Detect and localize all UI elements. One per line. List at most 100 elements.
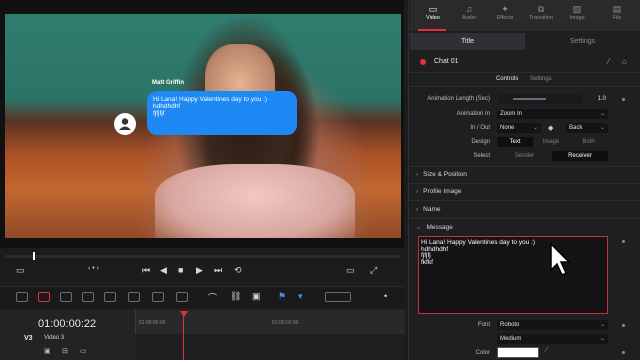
zoom-slider-icon[interactable] [325,292,351,302]
playhead-handle[interactable] [180,311,188,317]
select-option-receiver[interactable]: Receiver [552,151,608,161]
track-visibility-icon[interactable]: ▭ [80,347,87,355]
color-label: Color [475,350,490,356]
playhead[interactable] [183,311,184,360]
scrub-handle[interactable] [33,252,35,260]
file-icon: ▤ [612,4,622,14]
skip-back-icon[interactable]: ⏮ [142,265,150,276]
font-dropdown[interactable]: Roboto ⌄ [497,320,608,330]
animation-length-value[interactable]: 1.0 [586,94,608,104]
jog-control-icon[interactable]: ‹ • › [88,265,99,272]
eyedropper-icon[interactable]: ⁄ [546,347,547,354]
dropdown-value: Zoom In [500,111,523,117]
expand-icon[interactable]: ⤢ [370,265,377,276]
section-profile-image[interactable]: › Profile Image [416,188,461,195]
divider [410,218,640,219]
animation-length-slider[interactable] [499,94,583,104]
select-label: Select [473,153,490,159]
tab-label: Effects [496,15,514,21]
out-dropdown[interactable]: Back ⌄ [566,123,608,133]
chevron-right-icon: › [416,206,419,213]
flag-icon[interactable]: ⚑ [278,291,286,302]
design-label: Design [471,139,490,145]
lock-icon[interactable]: ▣ [252,291,261,302]
chevron-right-icon: › [416,171,419,178]
dynamic-trim-icon[interactable] [82,292,94,302]
step-back-icon[interactable]: ◀ [160,265,167,276]
stop-icon[interactable]: ■ [178,265,183,275]
section-label: Size & Position [423,171,467,178]
design-option-text[interactable]: Text [497,137,533,147]
transport-bar: ▭ ‹ • › ⏮ ◀ ■ ▶ ⏭ ⟲ ▭ ⤢ [0,262,404,282]
overwrite-clip-icon[interactable] [128,292,140,302]
message-text-area[interactable]: Hi Lana! Happy Valentines day to you :) … [418,236,608,314]
divider [410,183,640,184]
selection-tool-icon[interactable] [16,292,28,302]
enable-toggle[interactable] [420,59,426,65]
section-name[interactable]: › Name [416,206,441,213]
out-separator-icon: ◆ [548,125,554,132]
link-icon[interactable]: ⛓ [230,291,241,302]
in-out-label: In / Out [470,125,490,131]
tab-settings[interactable]: Settings [525,33,640,50]
dropdown-value: Medium [500,336,522,342]
tab-label: File [612,15,622,21]
tab-image[interactable]: ▨ Image [562,4,592,21]
keyframe-dot[interactable] [622,324,625,327]
tab-transition[interactable]: ⧉ Transition [526,4,556,21]
tab-effects[interactable]: ✦ Effects [490,4,520,21]
transition-icon: ⧉ [537,4,545,14]
chat-line: Hi Lana! Happy Valentines day to you :) [153,96,268,103]
select-option-sender[interactable]: Sender [497,151,552,161]
chevron-down-icon: ⌄ [599,322,605,328]
tab-audio[interactable]: ♫ Audio [454,4,484,21]
track-lock-icon[interactable]: ▣ [44,347,51,355]
design-option-both[interactable]: Both [569,137,608,147]
skip-forward-icon[interactable]: ⏭ [214,265,222,276]
play-icon[interactable]: ▶ [196,265,203,276]
design-option-image[interactable]: Image [533,137,569,147]
blade-tool-icon[interactable] [38,292,50,302]
color-swatch[interactable] [497,347,539,358]
chevron-right-icon: › [416,188,419,195]
slider-track-fill [513,98,546,100]
chat-line: hdhdhdhf [153,103,181,110]
place-on-top-icon[interactable] [176,292,188,302]
tab-file[interactable]: ▤ File [602,4,632,21]
replace-clip-icon[interactable] [152,292,164,302]
dropdown-value: Roboto [500,322,520,328]
snapping-icon[interactable]: ⌒ [208,291,217,304]
track-auto-select-icon[interactable]: ⊟ [62,347,68,355]
scrub-bar[interactable] [5,255,401,258]
magic-wand-icon[interactable]: ⁄ [608,57,609,66]
track-lane[interactable] [135,334,404,360]
tab-content-settings[interactable]: Settings [530,76,552,82]
in-dropdown[interactable]: None ⌄ [497,123,541,133]
tab-label: Transition [529,15,553,21]
timeline-ruler[interactable] [135,310,405,334]
tab-title[interactable]: Title [410,33,525,50]
insert-clip-icon[interactable] [104,292,116,302]
keyframe-dot[interactable] [622,240,625,243]
tab-video[interactable]: ▭ Video [418,4,448,21]
marker-icon[interactable]: ▾ [298,291,303,302]
user-icon [115,114,135,134]
fullscreen-icon[interactable]: ▭ [346,265,355,276]
track-name[interactable]: Video 3 [44,335,64,341]
more-dot-icon[interactable]: • [384,291,387,301]
viewer-layout-icon[interactable]: ▭ [16,265,25,276]
keyframe-dot[interactable] [622,98,625,101]
trim-tool-icon[interactable] [60,292,72,302]
chat-bubble: Hi Lana! Happy Valentines day to you :) … [147,91,297,135]
keyframe-dot[interactable] [622,351,625,354]
dropdown-value: Back [569,125,583,131]
section-size-position[interactable]: › Size & Position [416,171,467,178]
tab-label: Video [426,15,440,21]
reset-icon[interactable]: ⌂ [622,57,627,66]
edit-toolbar: ⌒ ⛓ ▣ ⚑ ▾ • [0,286,404,309]
animation-in-dropdown[interactable]: Zoom In ⌄ [497,109,608,119]
tab-controls[interactable]: Controls [496,76,518,82]
loop-icon[interactable]: ⟲ [234,265,242,276]
section-message[interactable]: ⌄ Message [416,223,453,231]
font-style-dropdown[interactable]: Medium ⌄ [497,334,608,344]
